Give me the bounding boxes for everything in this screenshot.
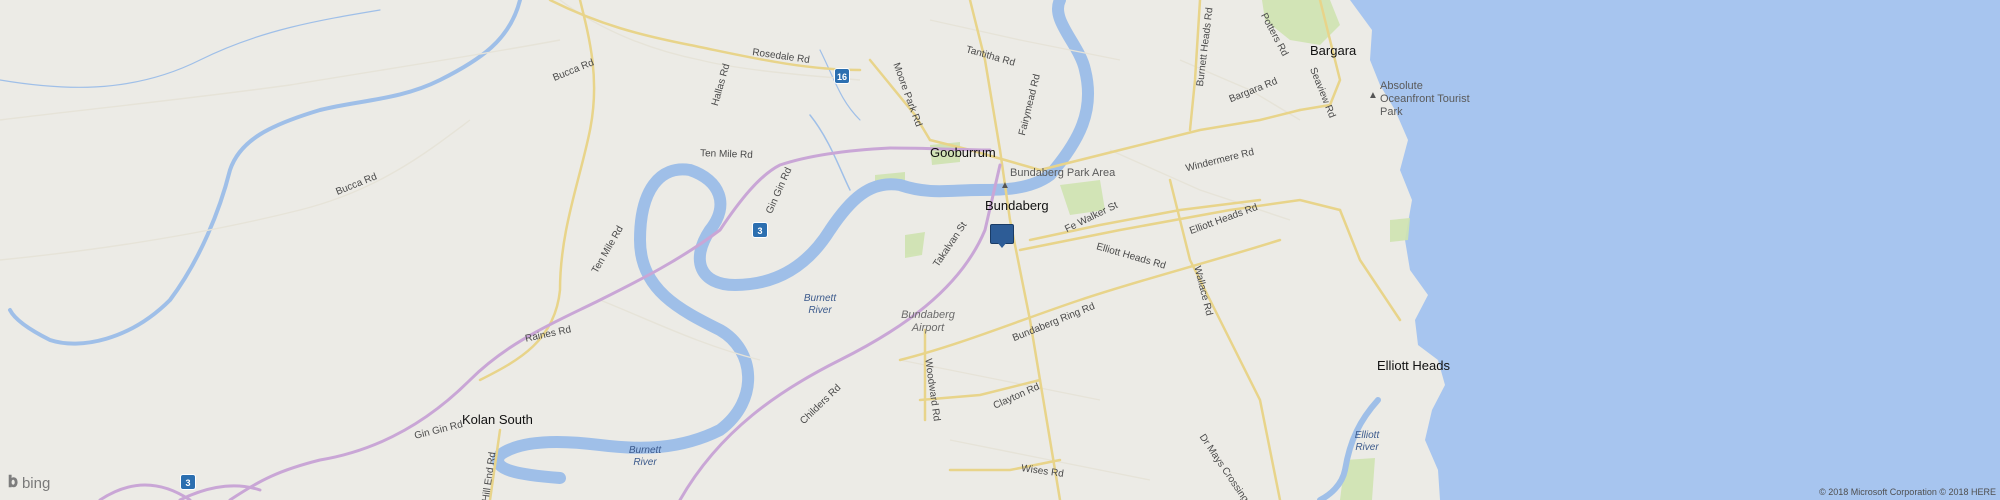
copyright-text: © 2018 Microsoft Corporation © 2018 HERE (1819, 487, 1996, 497)
park-marker-icon: ▲ (1000, 180, 1010, 191)
park-areas (875, 0, 1410, 500)
route-shield-16-icon: 16 (834, 68, 850, 84)
bing-b-icon: 𝐛 (8, 474, 18, 491)
minor-roads (0, 0, 1301, 481)
poi-label-park-area: Bundaberg Park Area (1010, 167, 1116, 179)
bing-logo-text: bing (21, 474, 51, 492)
location-pin-icon[interactable] (990, 224, 1014, 248)
creek-1 (0, 9, 381, 88)
bing-logo: 𝐛 bing (8, 474, 50, 492)
place-label-elliott-heads: Elliott Heads (1377, 358, 1450, 373)
route-shield-3-icon: 3 (752, 222, 768, 238)
map-canvas[interactable]: Bargara Gooburrum Bundaberg Kolan South … (0, 0, 2000, 500)
creek-3 (819, 49, 861, 121)
road-label-ten-mile: Ten Mile Rd (699, 148, 754, 161)
tourist-park-marker-icon: ▲ (1368, 90, 1378, 101)
place-label-kolan-south: Kolan South (462, 412, 533, 427)
poi-label-airport: Bundaberg Airport (901, 309, 955, 334)
route-shield-3-icon: 3 (180, 474, 196, 490)
left-river (8, 0, 522, 346)
water-label-burnett-river-1: Burnett River (803, 293, 837, 316)
place-label-bargara: Bargara (1310, 43, 1357, 58)
poi-label-tourist-park: Absolute Oceanfront Tourist Park (1380, 80, 1470, 118)
ocean-area (1350, 0, 2000, 500)
water-label-burnett-river-2: Burnett River (628, 445, 662, 468)
place-label-bundaberg: Bundaberg (985, 198, 1049, 213)
water-label-elliott-river: Elliott River (1354, 430, 1380, 453)
map-base-layer (0, 0, 2000, 500)
place-label-gooburrum: Gooburrum (930, 145, 996, 160)
